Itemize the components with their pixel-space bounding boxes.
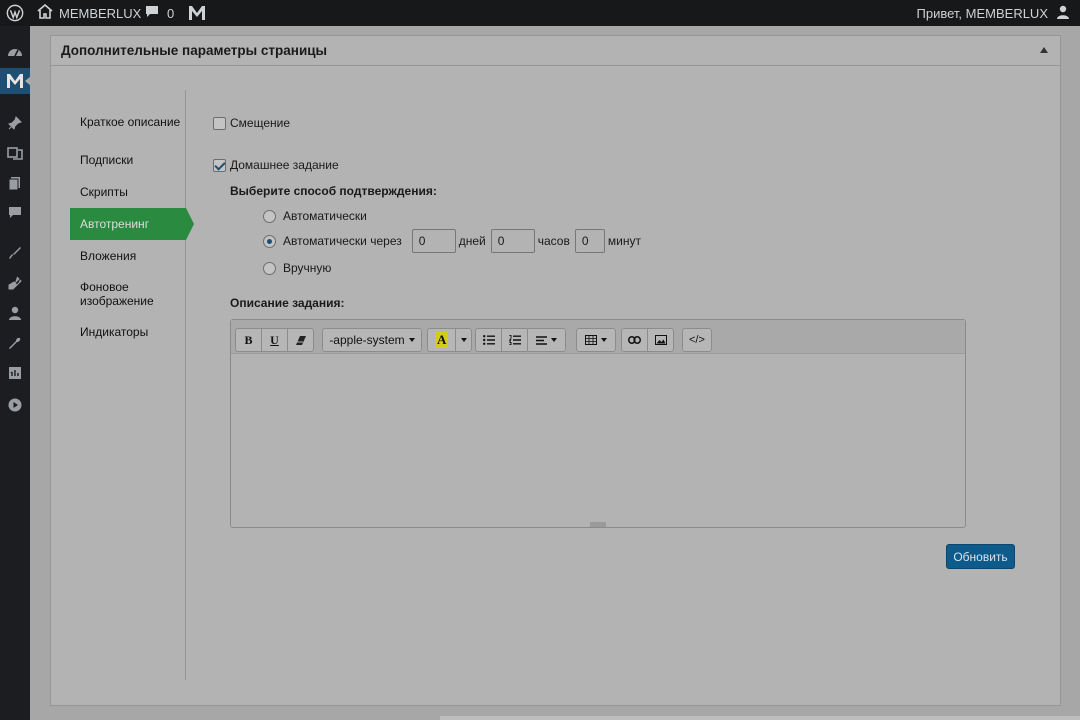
days-input[interactable] — [411, 229, 456, 253]
pin-icon[interactable] — [0, 110, 30, 136]
tab-autotraining[interactable]: Автотренинг — [70, 208, 194, 240]
table-button-group — [576, 328, 616, 352]
color-button-group: A — [427, 328, 473, 352]
paragraph-align-dropdown[interactable] — [527, 328, 566, 352]
table-dropdown[interactable] — [576, 328, 616, 352]
bold-button[interactable]: B — [235, 328, 262, 352]
hours-input[interactable] — [490, 229, 535, 253]
comment-bubble-icon — [145, 5, 159, 22]
bullet-list-icon — [482, 335, 495, 345]
radio-automatic-option[interactable]: Автоматически — [263, 209, 367, 223]
bullet-list-button[interactable] — [475, 328, 502, 352]
font-family-group: -apple-system — [322, 328, 422, 352]
appearance-icon[interactable] — [0, 240, 30, 266]
numbered-list-icon — [508, 335, 521, 345]
hours-unit: часов — [537, 234, 570, 248]
tools-icon[interactable] — [0, 330, 30, 356]
chevron-down-icon — [408, 338, 415, 342]
homework-label: Домашнее задание — [230, 158, 339, 172]
color-dropdown-button[interactable] — [455, 328, 473, 352]
rich-text-editor: B U -apple-system A </> — [230, 319, 966, 528]
dashboard-icon[interactable] — [0, 38, 30, 64]
eraser-button[interactable] — [287, 328, 314, 352]
wordpress-logo-icon[interactable] — [5, 0, 25, 26]
play-icon[interactable] — [0, 392, 30, 418]
tab-content: Смещение Домашнее задание Выберите спосо… — [213, 36, 1053, 696]
link-button[interactable] — [621, 328, 648, 352]
radio-manual-label: Вручную — [283, 261, 332, 275]
greeting-text: Привет, MEMBERLUX — [916, 5, 1048, 21]
format-button-group: B U — [235, 328, 314, 352]
tab-background-image[interactable]: Фоновое изображение — [70, 278, 186, 310]
minutes-input[interactable] — [574, 229, 605, 253]
numbered-list-button[interactable] — [501, 328, 528, 352]
tab-attachments[interactable]: Вложения — [70, 246, 186, 266]
radio-manual[interactable] — [263, 261, 276, 275]
image-icon — [654, 335, 667, 345]
offset-option[interactable]: Смещение — [213, 116, 290, 130]
additional-page-settings-box: Дополнительные параметры страницы Кратко… — [50, 35, 1061, 706]
comments-icon[interactable] — [0, 200, 30, 226]
tab-subscriptions[interactable]: Подписки — [70, 150, 186, 170]
radio-manual-option[interactable]: Вручную — [263, 261, 331, 275]
link-icon — [628, 336, 641, 344]
text-color-button[interactable]: A — [427, 328, 457, 352]
update-button[interactable]: Обновить — [946, 544, 1015, 569]
editor-resize-handle[interactable] — [590, 522, 606, 527]
memberlux-menu-icon[interactable] — [0, 68, 31, 94]
task-description-heading: Описание задания: — [230, 296, 345, 310]
bottom-scroll-strip — [440, 716, 1080, 720]
chevron-down-icon — [551, 338, 557, 342]
user-account-menu[interactable]: Привет, MEMBERLUX — [917, 0, 1070, 26]
offset-checkbox[interactable] — [213, 116, 226, 130]
color-letter: A — [435, 332, 449, 348]
site-name: MEMBERLUX — [59, 5, 142, 21]
chevron-down-icon — [460, 338, 467, 342]
code-button-group: </> — [682, 328, 712, 352]
radio-automatic-after[interactable] — [263, 234, 276, 248]
tab-indicators[interactable]: Индикаторы — [70, 322, 186, 342]
user-avatar-icon — [1056, 5, 1070, 22]
pages-icon[interactable] — [0, 170, 30, 196]
plugins-icon[interactable] — [0, 270, 30, 296]
radio-automatic-label: Автоматически — [283, 209, 367, 223]
settings-tabs: Краткое описание Подписки Скрипты Автотр… — [70, 90, 194, 680]
settings-icon[interactable] — [0, 360, 30, 386]
editor-toolbar: B U -apple-system A </> — [231, 320, 965, 354]
admin-sidebar-menu — [0, 26, 31, 720]
home-icon — [37, 3, 53, 22]
table-icon — [585, 335, 597, 345]
underline-button[interactable]: U — [261, 328, 288, 352]
radio-automatic[interactable] — [263, 209, 276, 223]
media-icon[interactable] — [0, 140, 30, 166]
font-family-value: -apple-system — [329, 333, 405, 347]
site-name-link[interactable]: MEMBERLUX — [37, 0, 141, 26]
homework-checkbox[interactable] — [213, 158, 226, 172]
font-family-dropdown[interactable]: -apple-system — [322, 328, 422, 352]
comments-count: 0 — [167, 5, 175, 21]
list-button-group — [475, 328, 566, 352]
radio-automatic-after-label: Автоматически через — [283, 234, 402, 248]
chevron-down-icon — [601, 338, 607, 342]
admin-bar: MEMBERLUX 0 Привет, MEMBERLUX — [0, 0, 1080, 26]
insert-button-group — [621, 328, 674, 352]
align-icon — [536, 335, 547, 345]
memberlux-admin-icon[interactable] — [188, 0, 206, 26]
comments-link[interactable]: 0 — [145, 0, 174, 26]
radio-automatic-after-option: Автоматически через дней часов минут — [263, 229, 646, 253]
image-button[interactable] — [647, 328, 674, 352]
code-view-button[interactable]: </> — [682, 328, 712, 352]
tab-short-description[interactable]: Краткое описание — [70, 106, 186, 138]
confirm-method-heading: Выберите способ подтверждения: — [230, 184, 437, 198]
eraser-icon — [295, 335, 306, 345]
offset-label: Смещение — [230, 116, 291, 130]
homework-option[interactable]: Домашнее задание — [213, 158, 339, 172]
minutes-unit: минут — [607, 234, 641, 248]
tab-scripts[interactable]: Скрипты — [70, 182, 186, 202]
users-icon[interactable] — [0, 300, 30, 326]
days-unit: дней — [458, 234, 486, 248]
